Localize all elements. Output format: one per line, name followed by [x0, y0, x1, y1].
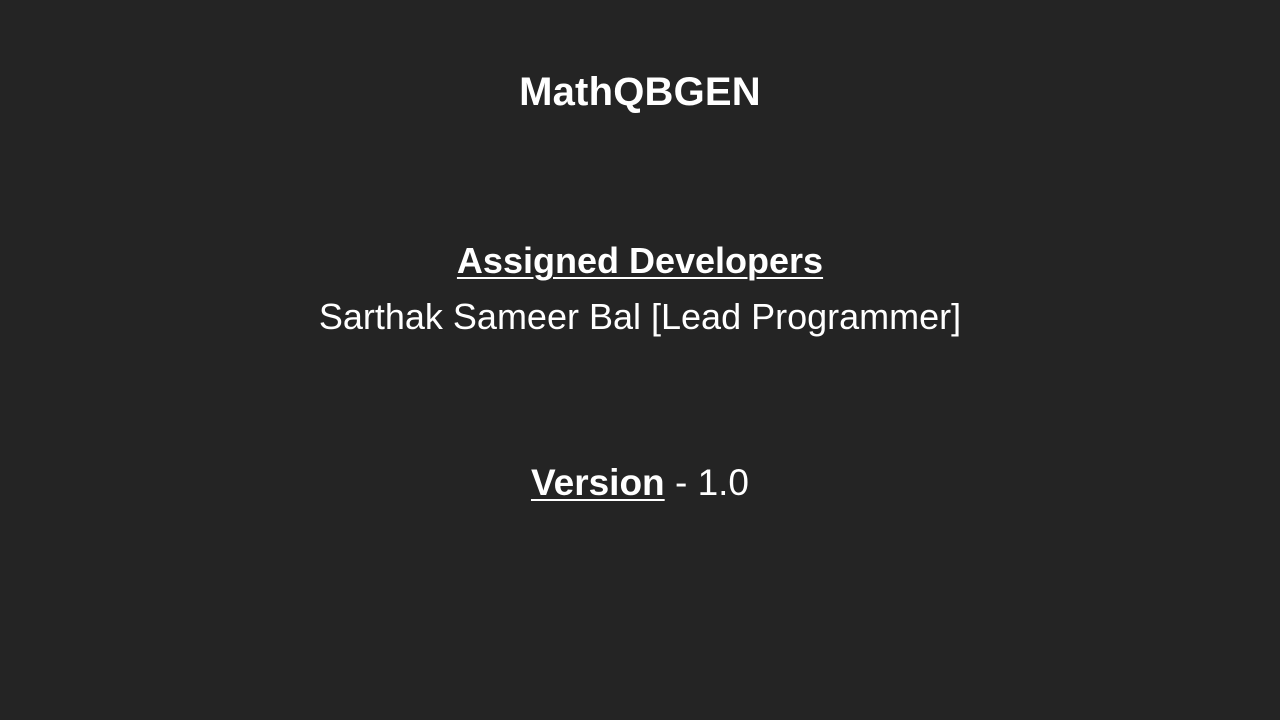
version-value: 1.0: [697, 462, 749, 503]
developer-name: Sarthak Sameer Bal [Lead Programmer]: [318, 296, 962, 337]
version-label: Version: [530, 462, 665, 503]
app-title: MathQBGEN: [519, 70, 761, 114]
version-line: Version - 1.0: [0, 462, 1280, 504]
developers-heading: Assigned Developers: [456, 240, 824, 281]
version-separator: -: [664, 462, 698, 503]
